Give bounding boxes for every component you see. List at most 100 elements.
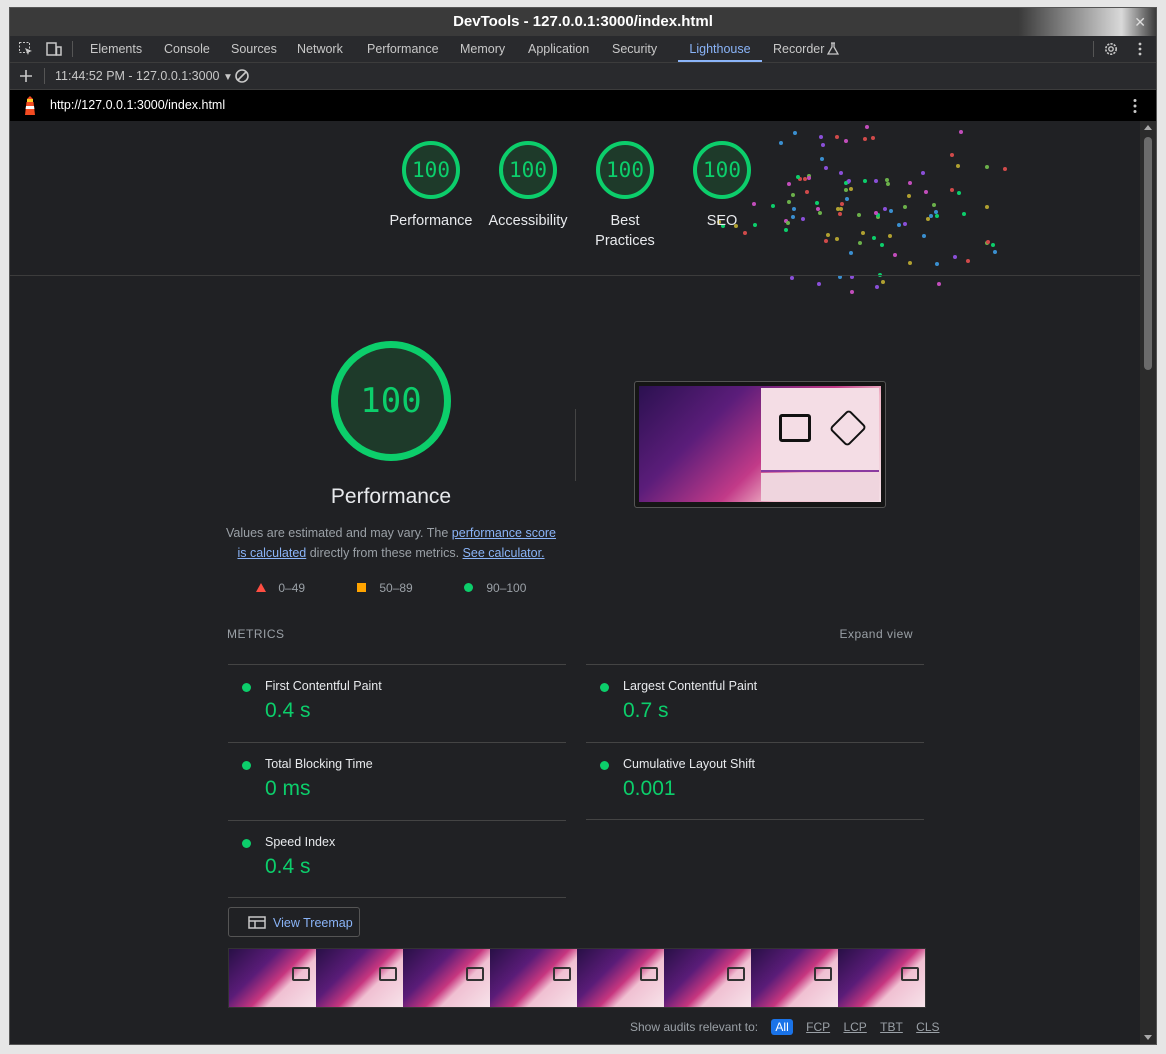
scroll-up-icon[interactable] xyxy=(1144,125,1152,130)
close-icon[interactable]: ✕ xyxy=(1134,8,1146,36)
firework-particle xyxy=(863,179,868,184)
metric-name: Total Blocking Time xyxy=(265,757,373,771)
experiment-flask-icon xyxy=(827,42,839,55)
firework-particle xyxy=(818,134,823,139)
firework-particle xyxy=(849,290,854,295)
filter-all[interactable]: All xyxy=(771,1019,793,1035)
firework-particle xyxy=(924,190,929,195)
device-toolbar-icon[interactable] xyxy=(46,41,62,57)
firework-particle xyxy=(838,207,843,212)
firework-particle xyxy=(820,156,825,161)
firework-particle xyxy=(896,223,901,228)
settings-gear-icon[interactable] xyxy=(1103,41,1119,57)
report-url[interactable]: http://127.0.0.1:3000/index.html xyxy=(50,90,225,121)
score-gauge-seo[interactable]: 100 SEO xyxy=(673,141,771,231)
firework-particle xyxy=(892,252,897,257)
firework-particle xyxy=(787,200,792,205)
score-gauge-best-practices[interactable]: 100 Best Practices xyxy=(576,141,674,251)
filter-tbt[interactable]: TBT xyxy=(880,1020,903,1034)
score-gauge-performance[interactable]: 100 Performance xyxy=(382,141,480,231)
firework-particle xyxy=(789,275,794,280)
tab-lighthouse[interactable]: Lighthouse xyxy=(678,36,762,62)
score-gauge-accessibility[interactable]: 100 Accessibility xyxy=(479,141,577,231)
filmstrip-frame xyxy=(403,949,490,1007)
tab-performance[interactable]: Performance xyxy=(367,36,439,62)
firework-particle xyxy=(791,192,796,197)
scroll-down-icon[interactable] xyxy=(1144,1035,1152,1040)
scrollbar-thumb[interactable] xyxy=(1144,137,1152,370)
tab-security[interactable]: Security xyxy=(612,36,657,62)
firework-particle xyxy=(843,138,848,143)
filmstrip-frame xyxy=(838,949,925,1007)
firework-particle xyxy=(937,282,942,286)
firework-particle xyxy=(903,221,908,226)
firework-particle xyxy=(986,240,991,244)
new-report-plus-icon[interactable] xyxy=(19,69,33,83)
tab-application[interactable]: Application xyxy=(528,36,589,62)
firework-particle xyxy=(934,262,939,267)
firework-particle xyxy=(953,255,958,260)
tab-console[interactable]: Console xyxy=(164,36,210,62)
vertical-scrollbar[interactable] xyxy=(1140,121,1156,1044)
tab-sources[interactable]: Sources xyxy=(231,36,277,62)
fail-triangle-icon xyxy=(256,583,266,592)
tab-recorder[interactable]: Recorder xyxy=(773,36,824,62)
pass-dot-icon xyxy=(600,761,609,770)
description-text: Values are estimated and may vary. The xyxy=(225,526,452,540)
expand-view-toggle[interactable]: Expand view xyxy=(839,627,913,641)
filmstrip-frame xyxy=(664,949,751,1007)
firework-particle xyxy=(903,204,908,209)
filter-cls[interactable]: CLS xyxy=(916,1020,939,1034)
filmstrip-frame xyxy=(751,949,838,1007)
firework-particle xyxy=(906,193,911,198)
pass-dot-icon xyxy=(242,761,251,770)
metrics-header: METRICS Expand view xyxy=(227,627,913,645)
tab-memory[interactable]: Memory xyxy=(460,36,505,62)
report-selector[interactable]: 11:44:52 PM - 127.0.0.1:3000 ▼ xyxy=(55,63,233,91)
firework-particle xyxy=(792,131,797,136)
filmstrip-frame xyxy=(577,949,664,1007)
header-divider xyxy=(10,275,1140,276)
firework-particle xyxy=(807,175,812,180)
tab-network[interactable]: Network xyxy=(297,36,343,62)
performance-description: Values are estimated and may vary. The p… xyxy=(220,523,562,563)
firework-particle xyxy=(786,220,791,225)
metric-cumulative-layout-shift: Cumulative Layout Shift 0.001 xyxy=(586,742,924,820)
clear-reports-icon[interactable] xyxy=(234,68,250,84)
legend-pass-label: 90–100 xyxy=(486,581,527,595)
title-bar: DevTools - 127.0.0.1:3000/index.html ✕ xyxy=(10,8,1156,36)
firework-particle xyxy=(949,187,954,192)
metric-value: 0.4 s xyxy=(265,699,311,722)
pass-dot-icon xyxy=(242,839,251,848)
chevron-down-icon: ▼ xyxy=(222,72,233,83)
see-calculator-link[interactable]: See calculator. xyxy=(463,546,545,560)
filter-fcp[interactable]: FCP xyxy=(806,1020,830,1034)
lighthouse-toolbar: 11:44:52 PM - 127.0.0.1:3000 ▼ xyxy=(10,63,1156,90)
inspect-element-icon[interactable] xyxy=(18,41,34,57)
firework-particle xyxy=(984,204,989,209)
firework-particle xyxy=(826,233,831,237)
firework-particle xyxy=(823,238,828,243)
filmstrip-frame xyxy=(316,949,403,1007)
report-menu-icon[interactable] xyxy=(1128,98,1142,114)
firework-particle xyxy=(950,153,955,158)
view-treemap-button[interactable]: View Treemap xyxy=(228,907,360,937)
firework-particle xyxy=(931,202,936,207)
firework-particle xyxy=(985,164,990,169)
firework-particle xyxy=(743,231,748,236)
score-value: 100 xyxy=(499,141,557,199)
firework-particle xyxy=(870,136,875,141)
metric-name: Largest Contentful Paint xyxy=(623,679,758,693)
screenshot-image xyxy=(639,386,881,502)
score-value: 100 xyxy=(402,141,460,199)
firework-particle xyxy=(815,201,820,206)
tab-elements[interactable]: Elements xyxy=(90,36,142,62)
filter-lcp[interactable]: LCP xyxy=(843,1020,866,1034)
firework-particle xyxy=(818,211,823,216)
legend-fail-label: 0–49 xyxy=(278,581,306,595)
firework-particle xyxy=(907,181,912,186)
more-options-icon[interactable] xyxy=(1132,41,1148,57)
final-screenshot[interactable] xyxy=(634,381,886,508)
average-square-icon xyxy=(357,583,366,592)
firework-particle xyxy=(795,175,800,180)
